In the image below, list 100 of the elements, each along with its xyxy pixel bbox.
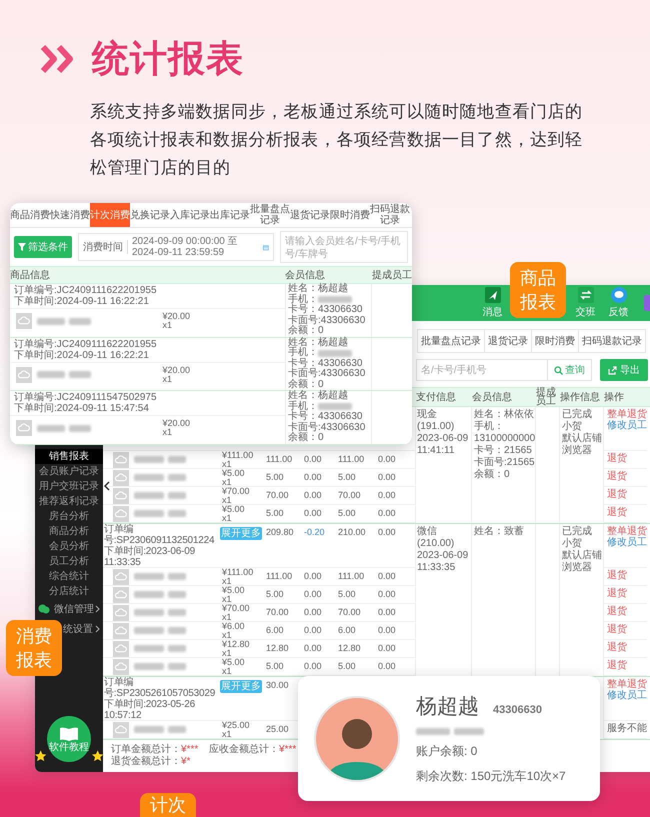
book-icon	[59, 726, 79, 742]
table-cell: 0.00	[378, 661, 396, 671]
table-cell: 6.00	[338, 625, 356, 635]
order-time: 下单时间:2023-06-09 11:33:35	[104, 546, 196, 568]
return-link[interactable]: 退货	[607, 642, 627, 653]
return-link[interactable]: 退货	[607, 660, 627, 671]
table-cell: 30.00	[266, 680, 289, 690]
blurred-text	[168, 573, 186, 580]
order-time: 下单时间:2023-05-26 10:57:12	[104, 699, 196, 721]
tab[interactable]: 批量盘点记录	[250, 203, 290, 227]
toolbar-button[interactable]: 交班	[572, 287, 599, 319]
quantity-text: x1	[162, 321, 173, 330]
member-info: 余额：0	[474, 469, 511, 481]
blurred-text	[37, 371, 65, 378]
blurred-text	[69, 318, 91, 324]
calendar-icon	[263, 242, 269, 252]
payment-info: 现金(191.00)	[417, 409, 456, 433]
table-cell: 70.00	[266, 607, 289, 617]
sidebar-item[interactable]: 综合统计	[35, 569, 103, 584]
sidebar-item[interactable]: 房台分析	[35, 509, 103, 524]
sidebar-item[interactable]: 员工分析	[35, 554, 103, 569]
order-number: 订单编号:SP2305261057053029	[104, 677, 216, 699]
sidebar-item[interactable]: 分店统计	[35, 584, 103, 599]
quantity-text: x1	[222, 730, 233, 739]
column-header: 会员信息	[285, 268, 326, 282]
blurred-text	[318, 403, 352, 410]
sidebar-item[interactable]: 销售报表	[35, 449, 103, 464]
member-info: 卡面号:43306630	[288, 316, 366, 326]
sidebar-item[interactable]: 会员分析	[35, 539, 103, 554]
sidebar-item[interactable]: 商品分析	[35, 524, 103, 539]
table-cell: 0.00	[304, 454, 322, 464]
blurred-text	[134, 663, 164, 670]
expand-badge[interactable]: 展开更多	[220, 527, 262, 540]
return-link[interactable]: 退货	[607, 570, 627, 581]
member-info: 姓名：致蓄	[474, 526, 525, 538]
image-placeholder-icon	[113, 568, 129, 584]
action-link[interactable]: 整单退货	[607, 409, 647, 420]
toolbar-button[interactable]: 消息	[479, 287, 506, 319]
search-field[interactable]: 名/卡号/手机号 查询	[416, 359, 592, 381]
blurred-text	[134, 456, 164, 463]
tab[interactable]: 退货记录	[484, 329, 532, 353]
image-placeholder-icon	[113, 722, 129, 738]
action-link[interactable]: 修改员工	[607, 420, 647, 431]
table-cell: 111.00	[266, 454, 292, 464]
tab[interactable]: 限时消费	[531, 329, 579, 353]
tab[interactable]: 扫码退款记录	[370, 203, 410, 227]
table-cell: 0.00	[378, 589, 396, 599]
tab[interactable]: 扫码退款记录	[578, 329, 646, 353]
tab[interactable]: 计次消费	[90, 203, 130, 227]
action-link[interactable]: 整单退货	[607, 679, 647, 690]
tab[interactable]: 批量盘点记录	[417, 329, 485, 353]
sidebar-item[interactable]: 用户交班记录	[35, 479, 103, 494]
table-cell: 0.00	[378, 527, 396, 537]
member-info: 卡号：43306630	[288, 305, 364, 315]
return-link[interactable]: 退货	[607, 507, 627, 518]
action-link[interactable]: 修改员工	[607, 690, 647, 701]
return-link[interactable]: 退货	[607, 471, 627, 482]
return-link[interactable]: 退货	[607, 606, 627, 617]
blurred-text	[454, 728, 484, 735]
export-button[interactable]: 导出	[600, 359, 648, 381]
tutorial-button[interactable]: 软件教程	[47, 716, 91, 762]
sidebar-item[interactable]: 统设置	[63, 619, 103, 639]
quantity-text: x1	[222, 496, 233, 505]
table-cell: 111.00	[338, 454, 364, 464]
chevron-left-icon	[104, 481, 110, 491]
table-cell: 5.00	[266, 589, 284, 599]
image-placeholder-icon	[113, 640, 129, 656]
action-link[interactable]: 修改员工	[607, 537, 647, 548]
operation-info: 小贺	[562, 421, 582, 433]
return-link[interactable]: 退货	[607, 588, 627, 599]
table-cell: 0.00	[378, 454, 396, 464]
sidebar-item[interactable]: 推荐返利记录	[35, 494, 103, 509]
image-placeholder-icon	[113, 622, 129, 638]
table-cell: 70.00	[338, 607, 361, 617]
blurred-text	[37, 424, 65, 432]
return-link[interactable]: 退货	[607, 489, 627, 500]
blurred-text	[134, 726, 164, 733]
expand-badge[interactable]: 展开更多	[220, 680, 262, 693]
member-info: 卡面号:43306630	[288, 422, 366, 432]
sidebar-item[interactable]: 微信管理	[35, 599, 103, 619]
search-field[interactable]: 请输入会员姓名/卡号/手机号/车牌号	[280, 231, 408, 263]
image-placeholder-icon	[113, 488, 129, 504]
table-cell: 209.80	[266, 527, 294, 537]
return-link[interactable]: 退货	[607, 453, 627, 464]
return-link[interactable]: 退货	[607, 624, 627, 635]
filter-button[interactable]: 筛选条件	[14, 236, 72, 258]
table-cell: 111.00	[266, 571, 292, 581]
sidebar-item[interactable]: 会员账户记录	[35, 464, 103, 479]
order-number: 订单编号:JC2409111547502975	[14, 392, 158, 403]
tab[interactable]: 商品消费	[10, 203, 50, 227]
blurred-text	[69, 424, 91, 432]
action-link[interactable]: 整单退货	[607, 526, 647, 537]
toolbar-button[interactable]: 反馈	[605, 287, 632, 319]
table-cell: 5.00	[266, 508, 284, 518]
blurred-text	[134, 627, 164, 634]
quantity-text: x1	[222, 631, 233, 640]
price-text: ¥111.00	[222, 451, 254, 460]
note-text: 服务不能	[607, 723, 647, 734]
member-info: 卡号：21565	[474, 445, 533, 456]
blurred-text	[168, 492, 186, 499]
